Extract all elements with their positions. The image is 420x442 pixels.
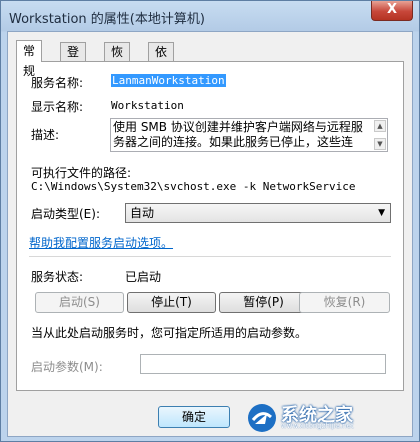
scroll-up-icon[interactable]: ▲: [374, 120, 386, 132]
start-params-label: 启动参数(M):: [31, 360, 103, 374]
dialog-body: 常规 登录 恢复 依存关系 服务名称: LanmanWorkstation 显示…: [7, 31, 413, 437]
stop-button[interactable]: 停止(T): [127, 292, 216, 313]
close-icon: X: [386, 2, 398, 17]
watermark-url: www.xitongzhijia.net: [281, 421, 354, 430]
tab-general-label: 常规: [23, 44, 36, 78]
window-title: Workstation 的属性(本地计算机): [9, 12, 205, 27]
display-name-label: 显示名称:: [31, 100, 84, 114]
service-name-label: 服务名称:: [31, 76, 84, 90]
tab-logon[interactable]: 登录: [60, 42, 87, 78]
tab-recovery[interactable]: 恢复: [104, 42, 131, 78]
exe-path-value[interactable]: C:\Windows\System32\svchost.exe -k Netwo…: [31, 180, 356, 193]
description-label: 描述:: [31, 128, 60, 142]
exe-path-label: 可执行文件的路径:: [31, 166, 132, 180]
pause-button[interactable]: 暂停(P): [219, 292, 308, 313]
hint-text: 当从此处启动服务时，您可指定所适用的启动参数。: [31, 326, 308, 340]
tab-dependencies[interactable]: 依存关系: [148, 42, 175, 116]
watermark: 系统之家 www.xitongzhijia.net: [247, 401, 413, 435]
display-name-value[interactable]: Workstation: [111, 99, 184, 112]
close-button[interactable]: X: [371, 1, 413, 21]
description-text: 使用 SMB 协议创建并维护客户端网络与远程服务器之间的连接。如果此服务已停止，…: [113, 120, 363, 149]
startup-type-select[interactable]: 自动 ▼: [125, 203, 391, 223]
chevron-down-icon: ▼: [378, 208, 385, 218]
divider: [29, 256, 391, 257]
tab-general[interactable]: 常规: [16, 40, 43, 78]
start-button[interactable]: 启动(S): [35, 292, 124, 313]
general-panel: 服务名称: LanmanWorkstation 显示名称: Workstatio…: [16, 61, 404, 391]
help-link[interactable]: 帮助我配置服务启动选项。: [29, 234, 173, 251]
properties-window: Workstation 的属性(本地计算机) X 常规 登录 恢复 依存关系 服…: [0, 0, 420, 442]
scroll-down-icon[interactable]: ▼: [374, 138, 386, 150]
start-params-input[interactable]: [140, 354, 386, 374]
service-name-value[interactable]: LanmanWorkstation: [111, 74, 226, 87]
service-status-value: 已启动: [125, 270, 162, 284]
watermark-logo-icon: [248, 404, 276, 432]
title-bar[interactable]: Workstation 的属性(本地计算机) X: [1, 1, 419, 31]
ok-button[interactable]: 确定: [158, 406, 230, 428]
description-box[interactable]: 使用 SMB 协议创建并维护客户端网络与远程服务器之间的连接。如果此服务已停止，…: [110, 118, 388, 152]
startup-type-value: 自动: [130, 206, 155, 220]
startup-type-label: 启动类型(E):: [31, 207, 100, 221]
resume-button[interactable]: 恢复(R): [299, 292, 390, 313]
service-status-label: 服务状态:: [31, 270, 84, 284]
